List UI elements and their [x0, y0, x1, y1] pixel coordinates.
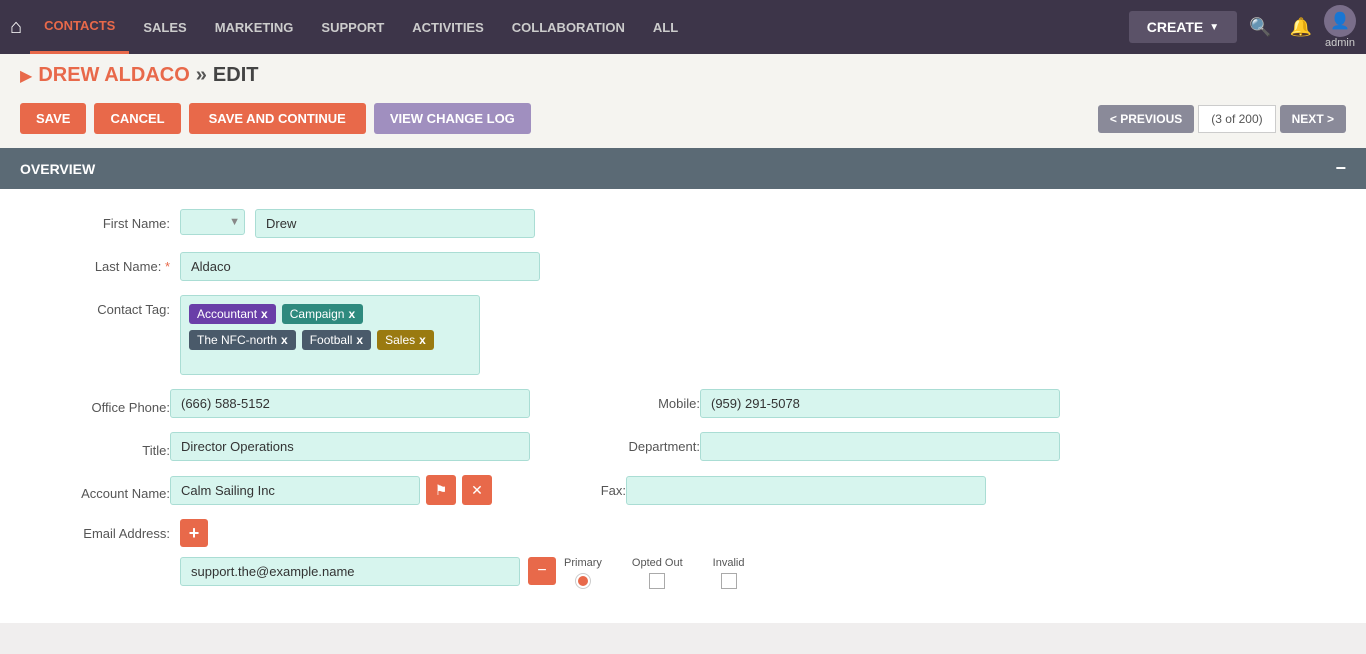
email-opted-out: Opted Out: [632, 557, 683, 589]
account-link-button[interactable]: ⚑: [426, 475, 456, 505]
navbar-right: CREATE ▼ 🔍 🔔 👤 admin: [1129, 5, 1356, 49]
prev-button[interactable]: < PREVIOUS: [1098, 105, 1194, 133]
contact-tag-row: Contact Tag: Accountant x Campaign x The…: [40, 295, 1336, 375]
email-invalid: Invalid: [713, 557, 745, 589]
home-icon[interactable]: ⌂: [10, 16, 22, 39]
nav-links: CONTACTS SALES MARKETING SUPPORT ACTIVIT…: [30, 0, 1129, 54]
invalid-checkbox[interactable]: [721, 573, 737, 589]
invalid-label: Invalid: [713, 557, 745, 569]
section-title: OVERVIEW: [20, 161, 95, 177]
save-continue-button[interactable]: SAVE AND CONTINUE: [189, 103, 366, 134]
tag-accountant-remove[interactable]: x: [261, 307, 268, 321]
view-log-button[interactable]: VIEW CHANGE LOG: [374, 103, 531, 134]
email-entry: − Primary Opted Out Invalid: [180, 553, 744, 589]
account-clear-button[interactable]: ✕: [462, 475, 492, 505]
first-name-input[interactable]: [255, 209, 535, 238]
nav-collaboration[interactable]: COLLABORATION: [498, 0, 639, 54]
department-label: Department:: [590, 439, 700, 454]
email-row: Email Address: + − Primary Opted Out: [40, 519, 1336, 589]
opted-out-checkbox[interactable]: [649, 573, 665, 589]
last-name-input[interactable]: [180, 252, 540, 281]
tag-campaign-remove[interactable]: x: [348, 307, 355, 321]
primary-radio[interactable]: [575, 573, 591, 589]
first-name-row: First Name: ▼: [40, 209, 1336, 238]
nav-support[interactable]: SUPPORT: [307, 0, 398, 54]
nav-sales[interactable]: SALES: [129, 0, 200, 54]
save-button[interactable]: SAVE: [20, 103, 86, 134]
account-name-label: Account Name:: [40, 479, 170, 501]
breadcrumb: ▶ DREW ALDACO » EDIT: [0, 54, 1366, 97]
email-meta: Primary Opted Out Invalid: [564, 557, 744, 589]
mobile-input[interactable]: [700, 389, 1060, 418]
create-button[interactable]: CREATE ▼: [1129, 11, 1237, 43]
cancel-button[interactable]: CANCEL: [94, 103, 180, 134]
primary-label: Primary: [564, 557, 602, 569]
nav-activities[interactable]: ACTIVITIES: [398, 0, 498, 54]
search-icon[interactable]: 🔍: [1243, 13, 1277, 42]
breadcrumb-separator: »: [196, 64, 207, 87]
overview-section: OVERVIEW − First Name: ▼ Last Name: * Co…: [0, 148, 1366, 623]
nav-marketing[interactable]: MARKETING: [201, 0, 308, 54]
chevron-down-icon: ▼: [229, 216, 240, 228]
collapse-icon[interactable]: −: [1335, 158, 1346, 179]
title-input[interactable]: [170, 432, 530, 461]
toolbar: SAVE CANCEL SAVE AND CONTINUE VIEW CHANG…: [0, 97, 1366, 148]
notifications-icon[interactable]: 🔔: [1284, 13, 1318, 42]
account-row: Account Name: ⚑ ✕ Fax:: [40, 475, 1336, 505]
contact-tag-label: Contact Tag:: [40, 295, 170, 317]
email-input[interactable]: [180, 557, 520, 586]
admin-label: admin: [1325, 37, 1355, 49]
email-primary: Primary: [564, 557, 602, 589]
play-icon[interactable]: ▶: [20, 66, 32, 86]
last-name-label: Last Name: *: [40, 252, 170, 274]
department-input[interactable]: [700, 432, 1060, 461]
tags-container[interactable]: Accountant x Campaign x The NFC-north x …: [180, 295, 480, 375]
required-marker: *: [165, 259, 170, 274]
nav-contacts[interactable]: CONTACTS: [30, 0, 129, 54]
phone-row: Office Phone: Mobile:: [40, 389, 1336, 418]
tag-sales[interactable]: Sales x: [377, 330, 434, 350]
tag-football-remove[interactable]: x: [356, 333, 363, 347]
pagination-info: (3 of 200): [1198, 105, 1275, 133]
remove-email-button[interactable]: −: [528, 557, 556, 585]
nav-all[interactable]: ALL: [639, 0, 692, 54]
opted-out-label: Opted Out: [632, 557, 683, 569]
title-row: Title: Department:: [40, 432, 1336, 461]
tag-nfc-north[interactable]: The NFC-north x: [189, 330, 296, 350]
name-title-dropdown[interactable]: ▼: [180, 209, 245, 235]
office-phone-label: Office Phone:: [40, 393, 170, 415]
tag-campaign[interactable]: Campaign x: [282, 304, 363, 324]
add-email-button[interactable]: +: [180, 519, 208, 547]
navbar: ⌂ CONTACTS SALES MARKETING SUPPORT ACTIV…: [0, 0, 1366, 54]
tag-accountant[interactable]: Accountant x: [189, 304, 276, 324]
last-name-row: Last Name: *: [40, 252, 1336, 281]
form-container: First Name: ▼ Last Name: * Contact Tag: …: [0, 189, 1366, 623]
tag-sales-remove[interactable]: x: [419, 333, 426, 347]
section-header: OVERVIEW −: [0, 148, 1366, 189]
create-dropdown-arrow: ▼: [1209, 22, 1219, 33]
next-button[interactable]: NEXT >: [1280, 105, 1346, 133]
tag-nfc-remove[interactable]: x: [281, 333, 288, 347]
first-name-label: First Name:: [40, 209, 170, 231]
breadcrumb-action: EDIT: [213, 64, 259, 87]
fax-input[interactable]: [626, 476, 986, 505]
toolbar-right: < PREVIOUS (3 of 200) NEXT >: [1098, 105, 1346, 133]
mobile-label: Mobile:: [590, 396, 700, 411]
office-phone-input[interactable]: [170, 389, 530, 418]
avatar[interactable]: 👤: [1324, 5, 1356, 37]
email-label: Email Address:: [40, 519, 170, 541]
account-name-field: ⚑ ✕: [170, 475, 492, 505]
fax-label: Fax:: [516, 483, 626, 498]
tag-football[interactable]: Football x: [302, 330, 371, 350]
breadcrumb-name: DREW ALDACO: [38, 64, 189, 87]
title-label: Title:: [40, 436, 170, 458]
email-column: + − Primary Opted Out: [180, 519, 744, 589]
account-name-input[interactable]: [170, 476, 420, 505]
